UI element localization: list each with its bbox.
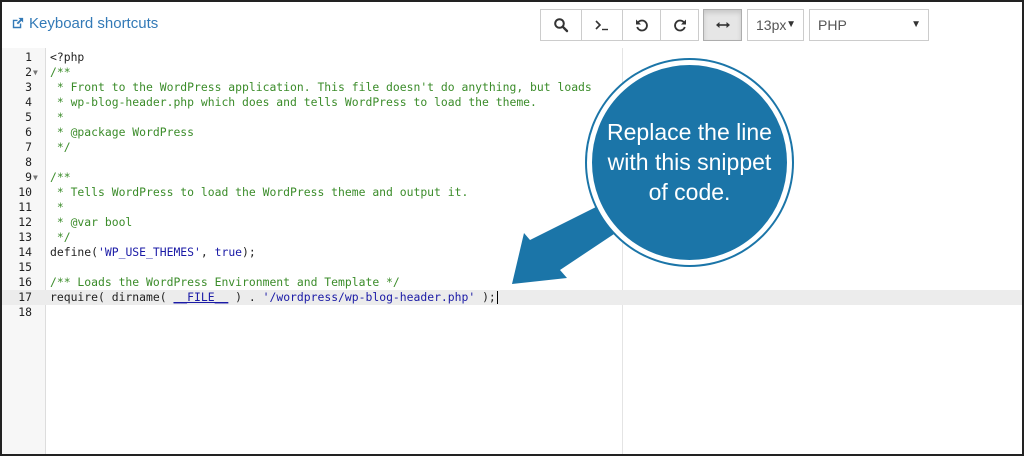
terminal-button[interactable]: [581, 9, 623, 41]
code-line[interactable]: 6 * @package WordPress: [2, 125, 1022, 140]
font-size-select[interactable]: 13px ▼: [747, 9, 804, 41]
external-link-icon: [12, 17, 24, 29]
code-line[interactable]: 4 * wp-blog-header.php which does and te…: [2, 95, 1022, 110]
code-line[interactable]: 11 *: [2, 200, 1022, 215]
fold-arrow-icon[interactable]: ▼: [33, 65, 38, 80]
code-line[interactable]: 13 */: [2, 230, 1022, 245]
redo-button[interactable]: [660, 9, 699, 41]
wrap-toggle-button[interactable]: [703, 9, 742, 41]
redo-icon: [673, 19, 686, 32]
keyboard-shortcuts-link[interactable]: Keyboard shortcuts: [10, 15, 158, 32]
text-cursor: [496, 291, 498, 304]
dropdown-arrow-icon: ▼: [911, 19, 921, 30]
code-area[interactable]: 1 <?php 2 ▼ /** 3 * Front to the WordPre…: [2, 48, 1022, 454]
keyboard-shortcuts-label: Keyboard shortcuts: [29, 15, 159, 32]
font-size-value: 13px: [756, 17, 787, 33]
code-editor-window: Keyboard shortcuts 13px ▼ PHP ▼ 1 <?php …: [0, 0, 1024, 456]
code-line[interactable]: 1 <?php: [2, 50, 1022, 65]
callout-text: Replace the line with this snippet of co…: [607, 118, 772, 205]
code-line[interactable]: 2 ▼ /**: [2, 65, 1022, 80]
search-button[interactable]: [540, 9, 582, 41]
code-line-active[interactable]: 17 require( dirname( __FILE__ ) . '/word…: [2, 290, 1022, 305]
language-select[interactable]: PHP ▼: [809, 9, 929, 41]
code-line[interactable]: 3 * Front to the WordPress application. …: [2, 80, 1022, 95]
callout-bubble: Replace the line with this snippet of co…: [587, 60, 792, 265]
undo-button[interactable]: [622, 9, 661, 41]
editor-toolbar: Keyboard shortcuts 13px ▼ PHP ▼: [2, 2, 1022, 48]
search-icon: [554, 18, 569, 33]
terminal-icon: [595, 20, 608, 31]
code-line[interactable]: 14 define('WP_USE_THEMES', true);: [2, 245, 1022, 260]
code-line[interactable]: 5 *: [2, 110, 1022, 125]
code-line[interactable]: 8: [2, 155, 1022, 170]
undo-icon: [635, 19, 648, 32]
code-line[interactable]: 16 /** Loads the WordPress Environment a…: [2, 275, 1022, 290]
code-line[interactable]: 7 */: [2, 140, 1022, 155]
horizontal-arrows-icon: [715, 22, 730, 28]
code-line[interactable]: 10 * Tells WordPress to load the WordPre…: [2, 185, 1022, 200]
dropdown-arrow-icon: ▼: [786, 19, 796, 30]
code-line[interactable]: 12 * @var bool: [2, 215, 1022, 230]
language-value: PHP: [818, 17, 847, 33]
code-line[interactable]: 15: [2, 260, 1022, 275]
fold-arrow-icon[interactable]: ▼: [33, 170, 38, 185]
code-line[interactable]: 9 ▼ /**: [2, 170, 1022, 185]
code-line[interactable]: 18: [2, 305, 1022, 320]
